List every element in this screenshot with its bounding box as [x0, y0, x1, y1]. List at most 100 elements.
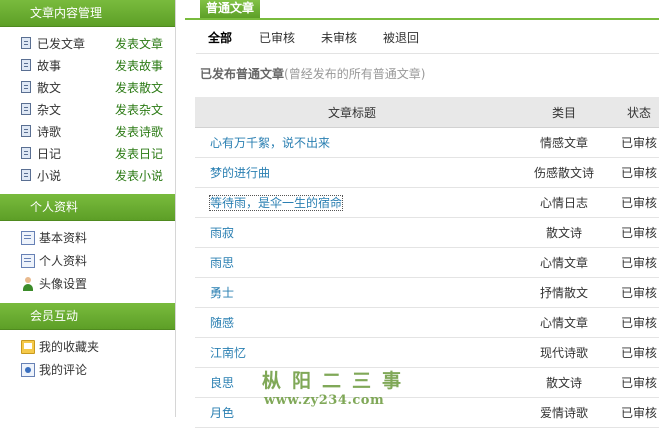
- article-status: 已审核: [619, 337, 659, 368]
- sidebar-item-novel: 小说 发表小说: [0, 164, 175, 186]
- sidebar-item-published: 已发文章 发表文章: [0, 32, 175, 54]
- publish-poetry-link[interactable]: 发表诗歌: [115, 123, 163, 140]
- sidebar-item-label[interactable]: 日记: [37, 145, 91, 162]
- sidebar-item-label[interactable]: 我的收藏夹: [39, 338, 99, 355]
- main-panel: 普通文章 全部 已审核 未审核 被退回 已发布普通文章(曾经发布的所有普通文章)…: [185, 0, 659, 428]
- article-status: 已审核: [619, 367, 659, 398]
- sidebar-item-poetry: 诗歌 发表诗歌: [0, 120, 175, 142]
- document-icon: [21, 125, 31, 137]
- filter-approved[interactable]: 已审核: [259, 29, 295, 46]
- section-title-note: (曾经发布的所有普通文章): [284, 67, 426, 81]
- article-category: 散文诗: [509, 217, 619, 248]
- document-icon: [21, 59, 31, 71]
- article-title-link[interactable]: 心有万千絮，说不出来: [210, 136, 330, 150]
- sidebar-item-prose: 散文 发表散文: [0, 76, 175, 98]
- article-category: 抒情散文: [509, 277, 619, 308]
- articles-table: 文章标题 类目 状态 心有万千絮，说不出来 情感文章 已审核 梦的进行曲 伤感散…: [195, 97, 659, 428]
- article-category: 现代诗歌: [509, 337, 619, 368]
- sidebar-item-label[interactable]: 小说: [37, 167, 91, 184]
- document-icon: [21, 147, 31, 159]
- article-title-link[interactable]: 月色: [210, 406, 234, 420]
- document-icon: [21, 169, 31, 181]
- profile-card-icon: [21, 253, 35, 268]
- article-title-link[interactable]: 等待雨，是伞一生的宿命: [208, 195, 344, 211]
- publish-essay-link[interactable]: 发表杂文: [115, 101, 163, 118]
- table-row: 良思 散文诗 已审核: [195, 367, 659, 398]
- sidebar-item-label[interactable]: 故事: [37, 57, 91, 74]
- document-icon: [21, 37, 31, 49]
- sidebar-item-label[interactable]: 基本资料: [39, 229, 87, 246]
- sidebar-item-label[interactable]: 散文: [37, 79, 91, 96]
- table-row: 勇士 抒情散文 已审核: [195, 277, 659, 308]
- article-category: 爱情诗歌: [509, 397, 619, 428]
- sidebar-item-label[interactable]: 头像设置: [39, 275, 87, 292]
- sidebar: 文章内容管理 已发文章 发表文章 故事 发表故事 散文 发表散文 杂文 发表杂文…: [0, 0, 176, 417]
- article-title-link[interactable]: 梦的进行曲: [210, 166, 270, 180]
- article-title-link[interactable]: 江南忆: [210, 346, 246, 360]
- article-title-link[interactable]: 勇士: [210, 286, 234, 300]
- article-title-link[interactable]: 随感: [210, 316, 234, 330]
- table-row: 雨寂 散文诗 已审核: [195, 217, 659, 248]
- article-title-link[interactable]: 雨寂: [210, 226, 234, 240]
- sidebar-item-comments[interactable]: 我的评论: [0, 358, 175, 381]
- profile-section-header: 个人资料: [0, 194, 175, 221]
- user-avatar-icon: [21, 276, 35, 291]
- publish-story-link[interactable]: 发表故事: [115, 57, 163, 74]
- sidebar-item-label[interactable]: 杂文: [37, 101, 91, 118]
- table-row: 月色 爱情诗歌 已审核: [195, 397, 659, 428]
- sidebar-item-basic-info[interactable]: 基本资料: [0, 226, 175, 249]
- table-row: 随感 心情文章 已审核: [195, 307, 659, 338]
- article-status: 已审核: [619, 277, 659, 308]
- sidebar-item-label[interactable]: 我的评论: [39, 361, 87, 378]
- article-status: 已审核: [619, 247, 659, 278]
- sidebar-item-story: 故事 发表故事: [0, 54, 175, 76]
- table-row: 等待雨，是伞一生的宿命 心情日志 已审核: [195, 187, 659, 218]
- interact-section-header: 会员互动: [0, 303, 175, 330]
- comment-icon: [21, 362, 35, 377]
- content-section-list: 已发文章 发表文章 故事 发表故事 散文 发表散文 杂文 发表杂文 诗歌 发表诗…: [0, 27, 175, 194]
- column-header-title: 文章标题: [195, 97, 509, 128]
- table-row: 梦的进行曲 伤感散文诗 已审核: [195, 157, 659, 188]
- sidebar-item-essay: 杂文 发表杂文: [0, 98, 175, 120]
- sidebar-item-personal-info[interactable]: 个人资料: [0, 249, 175, 272]
- publish-novel-link[interactable]: 发表小说: [115, 167, 163, 184]
- document-icon: [21, 81, 31, 93]
- article-category: 心情文章: [509, 247, 619, 278]
- content-section-header: 文章内容管理: [0, 0, 175, 27]
- article-status: 已审核: [619, 307, 659, 338]
- article-category: 情感文章: [509, 127, 619, 158]
- document-icon: [21, 103, 31, 115]
- article-status: 已审核: [619, 127, 659, 158]
- article-category: 心情日志: [509, 187, 619, 218]
- article-title-link[interactable]: 雨思: [210, 256, 234, 270]
- status-filter-bar: 全部 已审核 未审核 被退回: [185, 20, 659, 52]
- profile-card-icon: [21, 230, 35, 245]
- sidebar-item-label[interactable]: 个人资料: [39, 252, 87, 269]
- publish-article-link[interactable]: 发表文章: [115, 35, 163, 52]
- sidebar-item-label[interactable]: 已发文章: [37, 35, 91, 52]
- sidebar-item-diary: 日记 发表日记: [0, 142, 175, 164]
- column-header-status: 状态: [619, 97, 659, 128]
- filter-rejected[interactable]: 被退回: [383, 29, 419, 46]
- article-status: 已审核: [619, 187, 659, 218]
- section-title: 已发布普通文章(曾经发布的所有普通文章): [200, 65, 425, 82]
- sidebar-item-label[interactable]: 诗歌: [37, 123, 91, 140]
- tab-normal-articles[interactable]: 普通文章: [200, 0, 261, 18]
- favorites-folder-icon: [21, 339, 35, 354]
- publish-prose-link[interactable]: 发表散文: [115, 79, 163, 96]
- article-title-link[interactable]: 良思: [210, 376, 234, 390]
- profile-section-list: 基本资料 个人资料 头像设置: [0, 221, 175, 303]
- article-status: 已审核: [619, 217, 659, 248]
- filter-pending[interactable]: 未审核: [321, 29, 357, 46]
- publish-diary-link[interactable]: 发表日记: [115, 145, 163, 162]
- table-header-row: 文章标题 类目 状态: [195, 97, 659, 128]
- article-category: 伤感散文诗: [509, 157, 619, 188]
- section-title-text: 已发布普通文章: [200, 67, 285, 81]
- table-row: 江南忆 现代诗歌 已审核: [195, 337, 659, 368]
- table-row: 雨思 心情文章 已审核: [195, 247, 659, 278]
- sidebar-item-favorites[interactable]: 我的收藏夹: [0, 335, 175, 358]
- filter-all[interactable]: 全部: [208, 29, 232, 46]
- divider: [196, 53, 659, 54]
- interact-section-list: 我的收藏夹 我的评论: [0, 330, 175, 389]
- sidebar-item-avatar-settings[interactable]: 头像设置: [0, 272, 175, 295]
